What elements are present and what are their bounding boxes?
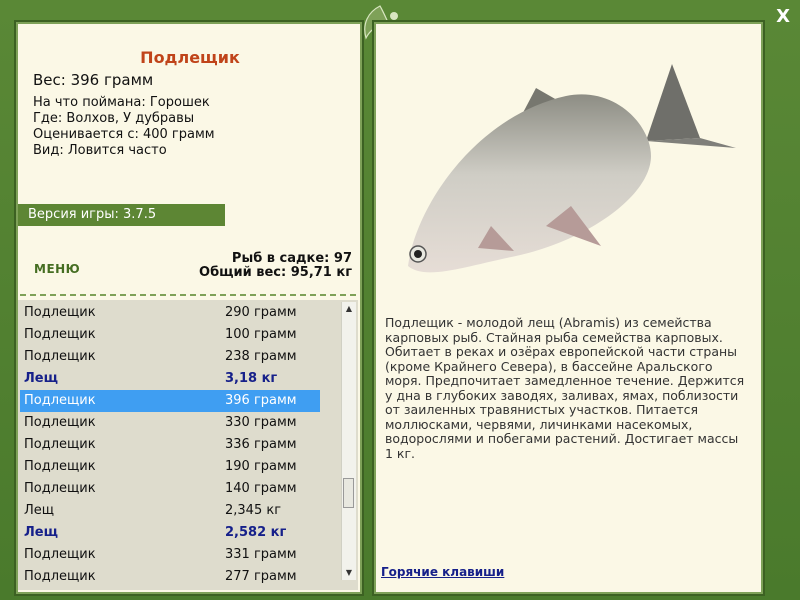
catch-list-row[interactable]: Подлещик 238 грамм bbox=[20, 346, 320, 368]
version-bar: Версия игры: 3.7.5 bbox=[18, 204, 225, 226]
scroll-up-icon[interactable]: ▲ bbox=[342, 302, 356, 316]
catch-row-name: Подлещик bbox=[24, 569, 96, 584]
catch-row-weight: 290 грамм bbox=[225, 305, 297, 320]
catch-list-row[interactable]: Подлещик 277 грамм bbox=[20, 566, 320, 588]
fish-weight: Вес: 396 грамм bbox=[33, 71, 154, 89]
hotkeys-link[interactable]: Горячие клавиши bbox=[381, 565, 504, 579]
fish-bait: На что поймана: Горошек bbox=[33, 95, 210, 110]
catch-row-name: Лещ bbox=[24, 503, 55, 518]
scroll-down-icon[interactable]: ▼ bbox=[342, 566, 356, 580]
catch-row-weight: 277 грамм bbox=[225, 569, 297, 584]
catch-row-name: Подлещик bbox=[24, 393, 96, 408]
divider bbox=[20, 294, 356, 296]
catch-list-row[interactable]: Подлещик 100 грамм bbox=[20, 324, 320, 346]
catch-row-name: Подлещик bbox=[24, 327, 96, 342]
catch-row-weight: 331 грамм bbox=[225, 547, 297, 562]
catch-row-name: Лещ bbox=[24, 525, 58, 540]
catch-row-weight: 396 грамм bbox=[225, 393, 297, 408]
fish-kind: Вид: Ловится часто bbox=[33, 143, 167, 158]
close-button[interactable]: X bbox=[776, 6, 790, 27]
catch-row-weight: 2,345 кг bbox=[225, 503, 282, 518]
catch-list-row[interactable]: Подлещик 330 грамм bbox=[20, 412, 320, 434]
cage-count: Рыб в садке: 97 bbox=[231, 251, 352, 266]
fish-rated: Оценивается с: 400 грамм bbox=[33, 127, 215, 142]
catch-list-row[interactable]: Подлещик 290 грамм bbox=[20, 302, 320, 324]
catch-row-name: Подлещик bbox=[24, 349, 96, 364]
catch-row-name: Подлещик bbox=[24, 459, 96, 474]
catch-list-row[interactable]: Подлещик 396 грамм bbox=[20, 390, 320, 412]
fish-name: Подлещик bbox=[140, 48, 240, 67]
catch-list-row[interactable]: Лещ 3,18 кг bbox=[20, 368, 320, 390]
fish-image-icon bbox=[408, 64, 736, 273]
cage-total-weight: Общий вес: 95,71 кг bbox=[199, 265, 352, 280]
catch-row-name: Подлещик bbox=[24, 415, 96, 430]
scroll-thumb[interactable] bbox=[343, 478, 354, 508]
catch-list-row[interactable]: Подлещик 331 грамм bbox=[20, 544, 320, 566]
menu-button[interactable]: МЕНЮ bbox=[34, 262, 80, 276]
catch-list-row[interactable]: Подлещик 190 грамм bbox=[20, 456, 320, 478]
catch-row-weight: 100 грамм bbox=[225, 327, 297, 342]
catch-row-weight: 330 грамм bbox=[225, 415, 297, 430]
catch-list-scrollbar[interactable]: ▲ ▼ bbox=[341, 302, 356, 580]
catch-list[interactable]: Подлещик 290 грамм Подлещик 100 грамм Подлещ… bbox=[18, 300, 358, 590]
catch-row-weight: 336 грамм bbox=[225, 437, 297, 452]
catch-row-weight: 3,18 кг bbox=[225, 371, 278, 386]
catch-list-row[interactable]: Лещ 2,345 кг bbox=[20, 500, 320, 522]
catch-row-weight: 190 грамм bbox=[225, 459, 297, 474]
catch-row-weight: 140 грамм bbox=[225, 481, 297, 496]
catch-row-name: Подлещик bbox=[24, 547, 96, 562]
catch-row-name: Подлещик bbox=[24, 437, 96, 452]
catch-list-row[interactable]: Подлещик 336 грамм bbox=[20, 434, 320, 456]
catch-list-row[interactable]: Лещ 2,582 кг bbox=[20, 522, 320, 544]
catch-row-name: Подлещик bbox=[24, 481, 96, 496]
catch-list-row[interactable]: Подлещик 140 грамм bbox=[20, 478, 320, 500]
fish-description: Подлещик - молодой лещ (Abramis) из семе… bbox=[385, 315, 745, 461]
catch-row-weight: 238 грамм bbox=[225, 349, 297, 364]
catch-row-name: Лещ bbox=[24, 371, 58, 386]
catch-row-name: Подлещик bbox=[24, 305, 96, 320]
fish-place: Где: Волхов, У дубравы bbox=[33, 111, 195, 126]
catch-row-weight: 2,582 кг bbox=[225, 525, 287, 540]
